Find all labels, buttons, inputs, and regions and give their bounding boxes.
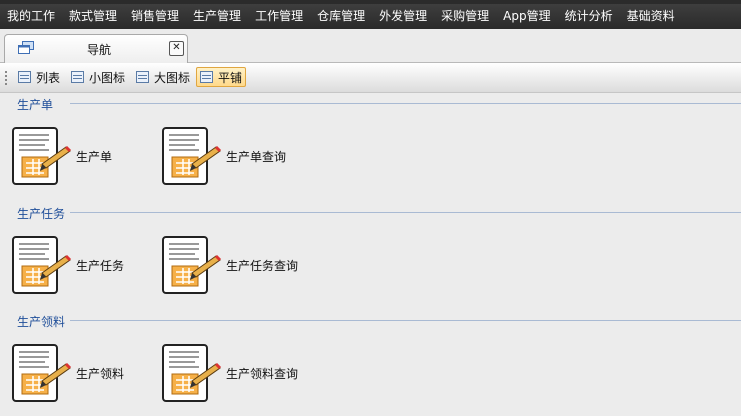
tile-production-material[interactable]: 生产领料 [12, 344, 152, 404]
windows-icon [18, 41, 34, 54]
toolbar-grip [5, 71, 7, 85]
view-large-icon-label: 大图标 [154, 70, 191, 85]
close-icon[interactable]: ✕ [169, 41, 184, 56]
tile-label: 生产单查询 [226, 150, 287, 164]
menu-statistics[interactable]: 统计分析 [558, 4, 620, 29]
view-large-icon-button[interactable]: 大图标 [133, 67, 193, 87]
tab-label: 导航 [87, 43, 112, 57]
tile-label: 生产领料查询 [226, 367, 299, 381]
menu-basic-data[interactable]: 基础资料 [620, 4, 682, 29]
document-edit-icon [12, 344, 72, 402]
menu-work-management[interactable]: 工作管理 [248, 4, 310, 29]
small-icons-icon [71, 71, 84, 83]
tile-production-task[interactable]: 生产任务 [12, 236, 152, 296]
tab-strip: 导航 ✕ [0, 29, 741, 63]
menu-style-management[interactable]: 款式管理 [62, 4, 124, 29]
tile-label: 生产任务 [76, 259, 125, 273]
tile-label: 生产任务查询 [226, 259, 299, 273]
section-title-production-material: 生产领料 [17, 315, 66, 329]
section-title-production-task: 生产任务 [17, 207, 66, 221]
tab-navigation[interactable]: 导航 ✕ [4, 34, 188, 63]
tile-label: 生产领料 [76, 367, 125, 381]
menu-purchase-management[interactable]: 采购管理 [434, 4, 496, 29]
document-edit-icon [12, 236, 72, 294]
view-list-label: 列表 [36, 70, 61, 85]
menu-warehouse-management[interactable]: 仓库管理 [310, 4, 372, 29]
document-edit-icon [162, 344, 222, 402]
tile-production-order-query[interactable]: 生产单查询 [162, 127, 302, 187]
section-title-production-order: 生产单 [17, 98, 54, 112]
tile-icon [200, 71, 213, 83]
view-small-icon-label: 小图标 [89, 70, 126, 85]
menu-production-management[interactable]: 生产管理 [186, 4, 248, 29]
menu-outsourcing-management[interactable]: 外发管理 [372, 4, 434, 29]
tile-label: 生产单 [76, 150, 113, 164]
document-edit-icon [12, 127, 72, 185]
view-tile-button[interactable]: 平铺 [196, 67, 246, 87]
document-edit-icon [162, 236, 222, 294]
view-tile-label: 平铺 [218, 70, 243, 85]
menu-my-work[interactable]: 我的工作 [0, 4, 62, 29]
document-edit-icon [162, 127, 222, 185]
list-icon [18, 71, 31, 83]
tile-production-order[interactable]: 生产单 [12, 127, 152, 187]
tile-production-task-query[interactable]: 生产任务查询 [162, 236, 302, 296]
section-divider [70, 103, 741, 104]
large-icons-icon [136, 71, 149, 83]
view-list-button[interactable]: 列表 [15, 67, 63, 87]
main-menu-bar: 我的工作 款式管理 销售管理 生产管理 工作管理 仓库管理 外发管理 采购管理 … [0, 4, 741, 29]
view-small-icon-button[interactable]: 小图标 [68, 67, 128, 87]
menu-app-management[interactable]: App管理 [496, 4, 557, 29]
menu-sales-management[interactable]: 销售管理 [124, 4, 186, 29]
section-divider [70, 212, 741, 213]
view-mode-toolbar: 列表 小图标 大图标 平铺 [0, 63, 741, 93]
section-divider [70, 320, 741, 321]
tile-production-material-query[interactable]: 生产领料查询 [162, 344, 302, 404]
